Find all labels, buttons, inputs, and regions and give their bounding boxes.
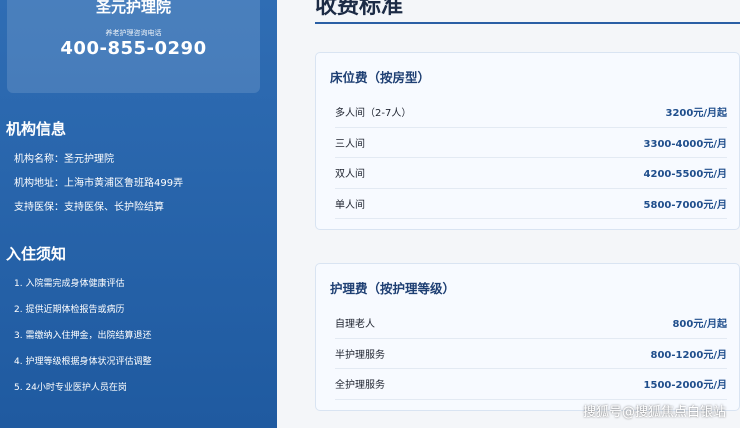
table-row: 多人间（2-7人） 3200元/月起 bbox=[335, 97, 727, 128]
institution-info-heading: 机构信息 bbox=[6, 120, 67, 138]
watermark: 搜狐号@搜狐焦点白银站 bbox=[582, 405, 726, 420]
sidebar: 圣元护理院 养老护理咨询电话 400-855-0290 机构信息 机构名称：圣元… bbox=[0, 0, 277, 428]
table-row: 双人间 4200-5500元/月 bbox=[335, 158, 727, 189]
title-divider bbox=[315, 22, 740, 24]
admission-notice-list: 1. 入院需完成身体健康评估 2. 提供近期体检报告或病历 3. 需缴纳入住押金… bbox=[14, 277, 151, 407]
info-item: 支持医保：支持医保、长护险结算 bbox=[14, 202, 164, 213]
bed-fee-card: 床位费（按房型） 多人间（2-7人） 3200元/月起 三人间 3300-400… bbox=[315, 52, 740, 230]
table-row: 全护理服务 1500-2000元/月 bbox=[335, 369, 727, 400]
care-fee-heading: 护理费（按护理等级） bbox=[330, 281, 456, 296]
admission-notice-heading: 入住须知 bbox=[6, 245, 67, 263]
room-type: 单人间 bbox=[335, 199, 365, 211]
card-title: 圣元护理院 bbox=[95, 0, 171, 16]
care-price: 1500-2000元/月 bbox=[643, 380, 727, 392]
care-level: 自理老人 bbox=[335, 319, 375, 331]
page-title: 收费标准 bbox=[315, 0, 404, 19]
room-price: 5800-7000元/月 bbox=[643, 199, 727, 211]
care-price: 800-1200元/月 bbox=[650, 349, 727, 361]
card-subtitle: 养老护理咨询电话 bbox=[105, 29, 162, 37]
room-type: 双人间 bbox=[335, 169, 365, 181]
table-row: 半护理服务 800-1200元/月 bbox=[335, 339, 727, 369]
institution-info-list: 机构名称：圣元护理院 机构地址：上海市黄浦区鲁班路499弄 支持医保：支持医保、… bbox=[14, 153, 183, 225]
table-row: 自理老人 800元/月起 bbox=[335, 308, 727, 339]
room-price: 3200元/月起 bbox=[665, 108, 727, 120]
contact-card: 圣元护理院 养老护理咨询电话 400-855-0290 bbox=[7, 0, 260, 93]
table-row: 三人间 3300-4000元/月 bbox=[335, 128, 727, 158]
info-item: 机构地址：上海市黄浦区鲁班路499弄 bbox=[14, 178, 184, 189]
notice-item: 3. 需缴纳入住押金，出院结算退还 bbox=[14, 331, 152, 341]
room-type: 多人间（2-7人） bbox=[335, 108, 412, 120]
care-price: 800元/月起 bbox=[672, 319, 727, 331]
bed-fee-heading: 床位费（按房型） bbox=[330, 70, 431, 85]
notice-item: 4. 护理等级根据身体状况评估调整 bbox=[14, 357, 152, 367]
table-row: 单人间 5800-7000元/月 bbox=[335, 189, 727, 219]
care-level: 全护理服务 bbox=[335, 380, 385, 392]
phone-number[interactable]: 400-855-0290 bbox=[7, 38, 260, 59]
care-level: 半护理服务 bbox=[335, 349, 385, 361]
room-price: 3300-4000元/月 bbox=[643, 138, 727, 150]
care-fee-card: 护理费（按护理等级） 自理老人 800元/月起 半护理服务 800-1200元/… bbox=[315, 263, 740, 411]
bed-fee-table: 多人间（2-7人） 3200元/月起 三人间 3300-4000元/月 双人间 … bbox=[335, 97, 727, 219]
info-item: 机构名称：圣元护理院 bbox=[14, 154, 114, 165]
care-fee-table: 自理老人 800元/月起 半护理服务 800-1200元/月 全护理服务 150… bbox=[335, 308, 727, 400]
notice-item: 2. 提供近期体检报告或病历 bbox=[14, 305, 125, 315]
notice-item: 1. 入院需完成身体健康评估 bbox=[14, 279, 125, 289]
room-price: 4200-5500元/月 bbox=[643, 169, 727, 181]
room-type: 三人间 bbox=[335, 138, 365, 150]
notice-item: 5. 24小时专业医护人员在岗 bbox=[14, 383, 127, 393]
